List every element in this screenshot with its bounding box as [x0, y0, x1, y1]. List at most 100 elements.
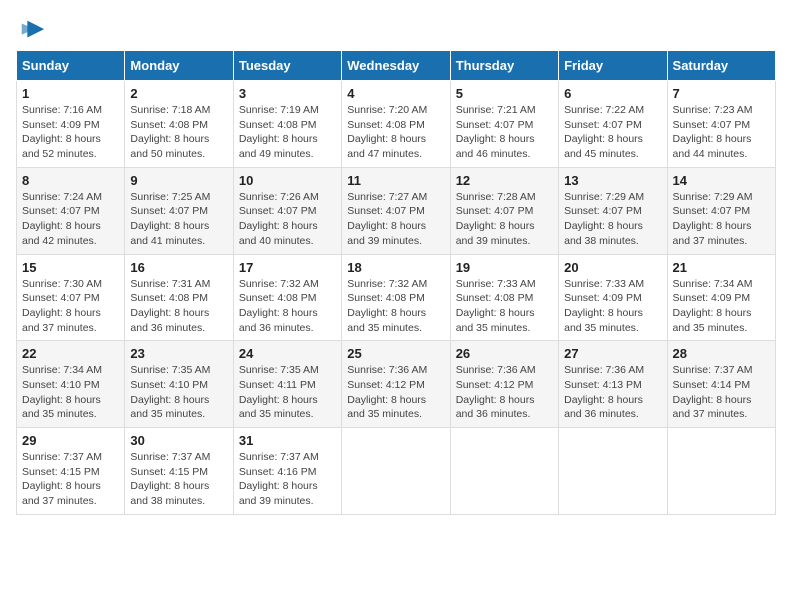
day-number: 2: [130, 86, 227, 101]
day-number: 17: [239, 260, 336, 275]
day-number: 8: [22, 173, 119, 188]
day-number: 7: [673, 86, 770, 101]
logo: [16, 16, 46, 40]
day-number: 25: [347, 346, 444, 361]
day-number: 18: [347, 260, 444, 275]
day-info: Sunrise: 7:36 AMSunset: 4:12 PMDaylight:…: [456, 363, 553, 422]
day-number: 21: [673, 260, 770, 275]
day-info: Sunrise: 7:26 AMSunset: 4:07 PMDaylight:…: [239, 190, 336, 249]
calendar-cell: 23 Sunrise: 7:35 AMSunset: 4:10 PMDaylig…: [125, 341, 233, 428]
week-row-2: 8 Sunrise: 7:24 AMSunset: 4:07 PMDayligh…: [17, 167, 776, 254]
day-info: Sunrise: 7:36 AMSunset: 4:13 PMDaylight:…: [564, 363, 661, 422]
day-info: Sunrise: 7:28 AMSunset: 4:07 PMDaylight:…: [456, 190, 553, 249]
calendar-cell: 20 Sunrise: 7:33 AMSunset: 4:09 PMDaylig…: [559, 254, 667, 341]
day-info: Sunrise: 7:25 AMSunset: 4:07 PMDaylight:…: [130, 190, 227, 249]
day-number: 27: [564, 346, 661, 361]
day-number: 9: [130, 173, 227, 188]
calendar-cell: 9 Sunrise: 7:25 AMSunset: 4:07 PMDayligh…: [125, 167, 233, 254]
dow-wednesday: Wednesday: [342, 51, 450, 81]
day-info: Sunrise: 7:24 AMSunset: 4:07 PMDaylight:…: [22, 190, 119, 249]
day-info: Sunrise: 7:29 AMSunset: 4:07 PMDaylight:…: [564, 190, 661, 249]
calendar-cell: [342, 428, 450, 515]
calendar-cell: 4 Sunrise: 7:20 AMSunset: 4:08 PMDayligh…: [342, 81, 450, 168]
day-number: 16: [130, 260, 227, 275]
day-number: 10: [239, 173, 336, 188]
calendar-cell: 1 Sunrise: 7:16 AMSunset: 4:09 PMDayligh…: [17, 81, 125, 168]
day-number: 4: [347, 86, 444, 101]
week-row-3: 15 Sunrise: 7:30 AMSunset: 4:07 PMDaylig…: [17, 254, 776, 341]
calendar-cell: 26 Sunrise: 7:36 AMSunset: 4:12 PMDaylig…: [450, 341, 558, 428]
calendar-cell: 24 Sunrise: 7:35 AMSunset: 4:11 PMDaylig…: [233, 341, 341, 428]
calendar-cell: 11 Sunrise: 7:27 AMSunset: 4:07 PMDaylig…: [342, 167, 450, 254]
day-info: Sunrise: 7:18 AMSunset: 4:08 PMDaylight:…: [130, 103, 227, 162]
day-info: Sunrise: 7:37 AMSunset: 4:14 PMDaylight:…: [673, 363, 770, 422]
week-row-1: 1 Sunrise: 7:16 AMSunset: 4:09 PMDayligh…: [17, 81, 776, 168]
calendar-cell: 27 Sunrise: 7:36 AMSunset: 4:13 PMDaylig…: [559, 341, 667, 428]
day-number: 23: [130, 346, 227, 361]
day-number: 11: [347, 173, 444, 188]
dow-friday: Friday: [559, 51, 667, 81]
day-info: Sunrise: 7:35 AMSunset: 4:10 PMDaylight:…: [130, 363, 227, 422]
dow-saturday: Saturday: [667, 51, 775, 81]
day-number: 30: [130, 433, 227, 448]
day-number: 1: [22, 86, 119, 101]
calendar-cell: 25 Sunrise: 7:36 AMSunset: 4:12 PMDaylig…: [342, 341, 450, 428]
day-number: 5: [456, 86, 553, 101]
calendar-cell: 5 Sunrise: 7:21 AMSunset: 4:07 PMDayligh…: [450, 81, 558, 168]
calendar-cell: 10 Sunrise: 7:26 AMSunset: 4:07 PMDaylig…: [233, 167, 341, 254]
calendar-cell: [667, 428, 775, 515]
calendar-cell: 2 Sunrise: 7:18 AMSunset: 4:08 PMDayligh…: [125, 81, 233, 168]
days-of-week-row: SundayMondayTuesdayWednesdayThursdayFrid…: [17, 51, 776, 81]
calendar-cell: 15 Sunrise: 7:30 AMSunset: 4:07 PMDaylig…: [17, 254, 125, 341]
day-info: Sunrise: 7:29 AMSunset: 4:07 PMDaylight:…: [673, 190, 770, 249]
day-number: 3: [239, 86, 336, 101]
calendar-cell: 6 Sunrise: 7:22 AMSunset: 4:07 PMDayligh…: [559, 81, 667, 168]
calendar-cell: [559, 428, 667, 515]
day-info: Sunrise: 7:37 AMSunset: 4:15 PMDaylight:…: [130, 450, 227, 509]
day-info: Sunrise: 7:32 AMSunset: 4:08 PMDaylight:…: [239, 277, 336, 336]
dow-thursday: Thursday: [450, 51, 558, 81]
day-number: 31: [239, 433, 336, 448]
calendar-cell: 17 Sunrise: 7:32 AMSunset: 4:08 PMDaylig…: [233, 254, 341, 341]
day-number: 24: [239, 346, 336, 361]
day-number: 12: [456, 173, 553, 188]
week-row-4: 22 Sunrise: 7:34 AMSunset: 4:10 PMDaylig…: [17, 341, 776, 428]
calendar-cell: 22 Sunrise: 7:34 AMSunset: 4:10 PMDaylig…: [17, 341, 125, 428]
calendar-cell: 7 Sunrise: 7:23 AMSunset: 4:07 PMDayligh…: [667, 81, 775, 168]
day-number: 14: [673, 173, 770, 188]
dow-tuesday: Tuesday: [233, 51, 341, 81]
calendar-cell: 3 Sunrise: 7:19 AMSunset: 4:08 PMDayligh…: [233, 81, 341, 168]
calendar-cell: 31 Sunrise: 7:37 AMSunset: 4:16 PMDaylig…: [233, 428, 341, 515]
day-number: 13: [564, 173, 661, 188]
dow-sunday: Sunday: [17, 51, 125, 81]
calendar: SundayMondayTuesdayWednesdayThursdayFrid…: [16, 50, 776, 515]
day-info: Sunrise: 7:34 AMSunset: 4:09 PMDaylight:…: [673, 277, 770, 336]
calendar-cell: 16 Sunrise: 7:31 AMSunset: 4:08 PMDaylig…: [125, 254, 233, 341]
day-number: 26: [456, 346, 553, 361]
day-number: 22: [22, 346, 119, 361]
dow-monday: Monday: [125, 51, 233, 81]
calendar-cell: 14 Sunrise: 7:29 AMSunset: 4:07 PMDaylig…: [667, 167, 775, 254]
calendar-cell: [450, 428, 558, 515]
day-number: 29: [22, 433, 119, 448]
calendar-cell: 13 Sunrise: 7:29 AMSunset: 4:07 PMDaylig…: [559, 167, 667, 254]
calendar-cell: 8 Sunrise: 7:24 AMSunset: 4:07 PMDayligh…: [17, 167, 125, 254]
day-info: Sunrise: 7:37 AMSunset: 4:15 PMDaylight:…: [22, 450, 119, 509]
day-info: Sunrise: 7:33 AMSunset: 4:08 PMDaylight:…: [456, 277, 553, 336]
day-info: Sunrise: 7:21 AMSunset: 4:07 PMDaylight:…: [456, 103, 553, 162]
week-row-5: 29 Sunrise: 7:37 AMSunset: 4:15 PMDaylig…: [17, 428, 776, 515]
day-info: Sunrise: 7:16 AMSunset: 4:09 PMDaylight:…: [22, 103, 119, 162]
day-number: 20: [564, 260, 661, 275]
page-header: [16, 16, 776, 40]
day-info: Sunrise: 7:36 AMSunset: 4:12 PMDaylight:…: [347, 363, 444, 422]
day-info: Sunrise: 7:35 AMSunset: 4:11 PMDaylight:…: [239, 363, 336, 422]
day-info: Sunrise: 7:19 AMSunset: 4:08 PMDaylight:…: [239, 103, 336, 162]
calendar-cell: 29 Sunrise: 7:37 AMSunset: 4:15 PMDaylig…: [17, 428, 125, 515]
day-info: Sunrise: 7:27 AMSunset: 4:07 PMDaylight:…: [347, 190, 444, 249]
day-info: Sunrise: 7:20 AMSunset: 4:08 PMDaylight:…: [347, 103, 444, 162]
calendar-cell: 12 Sunrise: 7:28 AMSunset: 4:07 PMDaylig…: [450, 167, 558, 254]
calendar-cell: 30 Sunrise: 7:37 AMSunset: 4:15 PMDaylig…: [125, 428, 233, 515]
day-number: 6: [564, 86, 661, 101]
day-number: 19: [456, 260, 553, 275]
calendar-cell: 19 Sunrise: 7:33 AMSunset: 4:08 PMDaylig…: [450, 254, 558, 341]
